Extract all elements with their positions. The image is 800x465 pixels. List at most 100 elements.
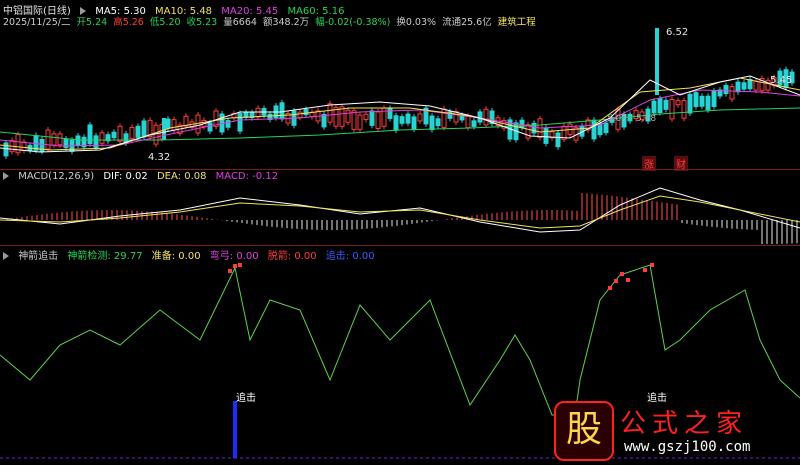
- candle-body: [237, 113, 243, 132]
- candle-body: [87, 124, 93, 145]
- peak-marker: [614, 279, 618, 283]
- peak-marker: [228, 269, 232, 273]
- price-mid2-label: 5.08: [636, 114, 657, 124]
- candle-body: [129, 127, 135, 140]
- candle-body: [45, 129, 51, 150]
- candle-body: [279, 102, 285, 120]
- dea-line: [0, 195, 800, 229]
- candle-body: [165, 118, 171, 129]
- candle-body: [519, 119, 525, 129]
- peak-markers: [228, 263, 654, 290]
- watermark-logo: 股: [554, 401, 614, 461]
- candle-body: [435, 118, 441, 127]
- peak-marker: [620, 272, 624, 276]
- macd-value: MACD: -0.12: [215, 171, 279, 182]
- indicator-release: 脱箭: 0.00: [267, 251, 317, 262]
- detect-line: [0, 264, 800, 416]
- candle-body: [591, 119, 597, 140]
- peak-marker: [233, 264, 237, 268]
- candle-body: [657, 98, 663, 113]
- peak-marker: [643, 268, 647, 272]
- candlesticks: [3, 28, 795, 159]
- expand-triangle-icon[interactable]: [3, 252, 9, 260]
- indicator-bow: 弯弓: 0.00: [209, 251, 259, 262]
- candle-body: [603, 122, 609, 134]
- candle-body: [753, 80, 759, 91]
- candle-body: [471, 120, 477, 127]
- candle-body: [183, 115, 189, 127]
- candle-body: [705, 95, 711, 111]
- price-right-label: 5.45: [770, 75, 793, 86]
- candle-body: [162, 118, 166, 140]
- candle-body: [741, 82, 747, 90]
- candle-body: [327, 103, 333, 123]
- candle-body: [417, 113, 423, 122]
- candle-body: [375, 111, 381, 129]
- candle-body: [699, 95, 705, 107]
- chase-signal-bar: [233, 401, 237, 458]
- chart-canvas: [0, 28, 800, 459]
- candle-body: [405, 113, 411, 124]
- candle-body: [3, 142, 9, 157]
- expand-triangle-icon[interactable]: [3, 172, 9, 180]
- macd-histogram: [1, 193, 798, 244]
- candle-body: [117, 125, 123, 142]
- candle-body: [333, 107, 339, 127]
- candle-body: [321, 113, 327, 128]
- candle-body: [723, 85, 729, 95]
- candle-body: [429, 115, 435, 131]
- candle-body: [663, 99, 669, 110]
- pane-separator: [0, 245, 800, 246]
- indicator-chase: 追击: 0.00: [325, 251, 375, 262]
- candle-body: [339, 106, 345, 127]
- watermark-url: www.gszj100.com: [624, 439, 751, 455]
- price-mid1-label: 5.07: [607, 114, 628, 124]
- macd-title[interactable]: MACD(12,26,9): [18, 171, 94, 182]
- candle-body: [735, 81, 741, 93]
- dif-line: [0, 187, 800, 233]
- candle-body: [399, 116, 405, 124]
- candle-body: [303, 109, 309, 116]
- macd-dea: DEA: 0.08: [156, 171, 207, 182]
- candle-body: [351, 110, 357, 130]
- candle-body: [297, 111, 303, 118]
- peak-marker: [650, 263, 654, 267]
- candle-body: [453, 111, 459, 123]
- candle-body: [393, 115, 399, 131]
- peak-marker: [238, 263, 242, 267]
- macd-header: MACD(12,26,9) DIF: 0.02 DEA: 0.08 MACD: …: [3, 171, 284, 182]
- candle-body: [255, 107, 261, 118]
- indicator-header: 神箭追击 神箭检测: 29.77 准备: 0.00 弯弓: 0.00 脱箭: 0…: [3, 247, 381, 262]
- candle-body: [171, 119, 177, 131]
- candle-body: [357, 114, 363, 130]
- candle-body: [669, 99, 675, 120]
- candle-body: [195, 114, 201, 134]
- pane-separator: [0, 169, 800, 170]
- price-low-label: 4.32: [148, 152, 171, 163]
- candle-body: [345, 109, 351, 123]
- peak-marker: [608, 286, 612, 290]
- candle-body: [711, 90, 717, 107]
- watermark-text: 公式之家: [620, 409, 749, 439]
- candle-body: [369, 110, 375, 126]
- candle-body: [153, 124, 159, 145]
- candle-body: [483, 108, 489, 126]
- candle-body: [729, 86, 735, 100]
- candle-body: [681, 100, 687, 119]
- watermark: 股 公式之家 www.gszj100.com: [554, 401, 794, 461]
- indicator-detect: 神箭检测: 29.77: [67, 251, 143, 262]
- price-high-label: 6.52: [666, 27, 689, 38]
- candle-body: [655, 28, 659, 95]
- candle-body: [111, 131, 117, 139]
- candle-body: [747, 79, 753, 90]
- candle-body: [477, 111, 483, 123]
- candle-body: [441, 108, 447, 128]
- candle-body: [57, 133, 63, 146]
- candle-body: [51, 133, 57, 146]
- indicator-title[interactable]: 神箭追击: [18, 251, 58, 262]
- macd-dif: DIF: 0.02: [103, 171, 148, 182]
- candle-body: [465, 115, 471, 129]
- candle-body: [693, 92, 699, 108]
- candle-body: [75, 135, 81, 146]
- candle-body: [555, 132, 561, 148]
